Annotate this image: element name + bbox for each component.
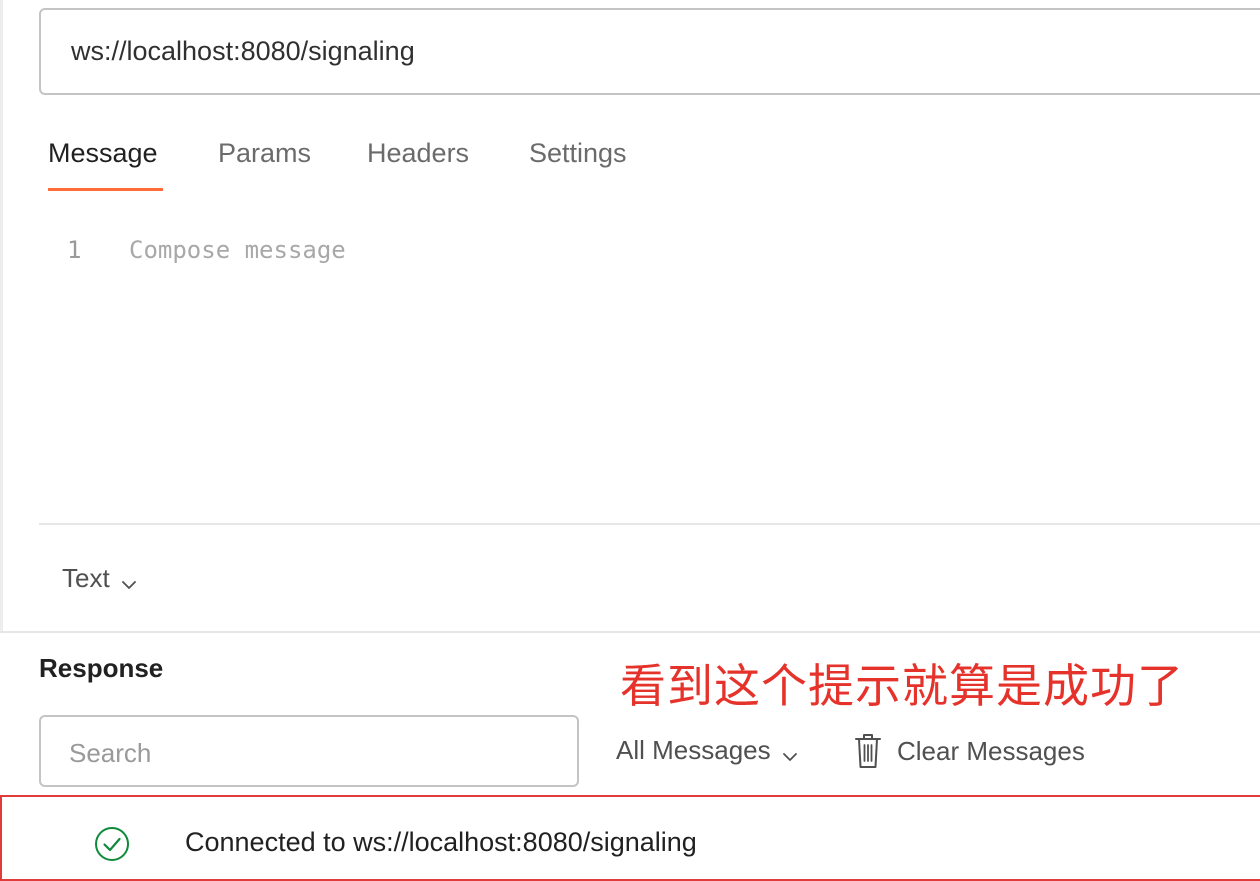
chevron-down-icon (120, 570, 138, 589)
message-filter-label: All Messages (616, 735, 771, 765)
window-left-edge (0, 0, 3, 632)
response-search-field[interactable] (39, 715, 579, 787)
list-item[interactable]: Connected to ws://localhost:8080/signali… (0, 795, 1260, 881)
editor-divider (39, 523, 1260, 525)
tab-headers[interactable]: Headers (367, 138, 469, 169)
tab-params[interactable]: Params (218, 138, 311, 169)
message-format-label: Text (62, 563, 110, 593)
annotation-text: 看到这个提示就算是成功了 (620, 659, 1184, 713)
active-tab-indicator (48, 188, 163, 191)
message-editor[interactable]: 1 Compose message (39, 220, 1260, 520)
message-filter-dropdown[interactable]: All Messages (616, 735, 799, 766)
message-text: Connected to ws://localhost:8080/signali… (185, 827, 697, 857)
section-divider (0, 631, 1260, 633)
search-input[interactable] (67, 735, 551, 771)
check-circle-icon (94, 826, 130, 862)
chevron-down-icon (781, 742, 799, 761)
tab-settings[interactable]: Settings (529, 138, 627, 169)
clear-messages-label: Clear Messages (897, 735, 1085, 766)
url-value: ws://localhost:8080/signaling (71, 36, 415, 66)
line-number: 1 (67, 236, 82, 264)
tab-message[interactable]: Message (48, 138, 158, 169)
response-title: Response (39, 653, 164, 683)
url-input[interactable]: ws://localhost:8080/signaling (39, 8, 1260, 95)
editor-placeholder: Compose message (129, 236, 346, 264)
trash-icon (853, 732, 883, 770)
message-format-dropdown[interactable]: Text (62, 563, 138, 594)
clear-messages-button[interactable]: Clear Messages (853, 732, 1085, 770)
